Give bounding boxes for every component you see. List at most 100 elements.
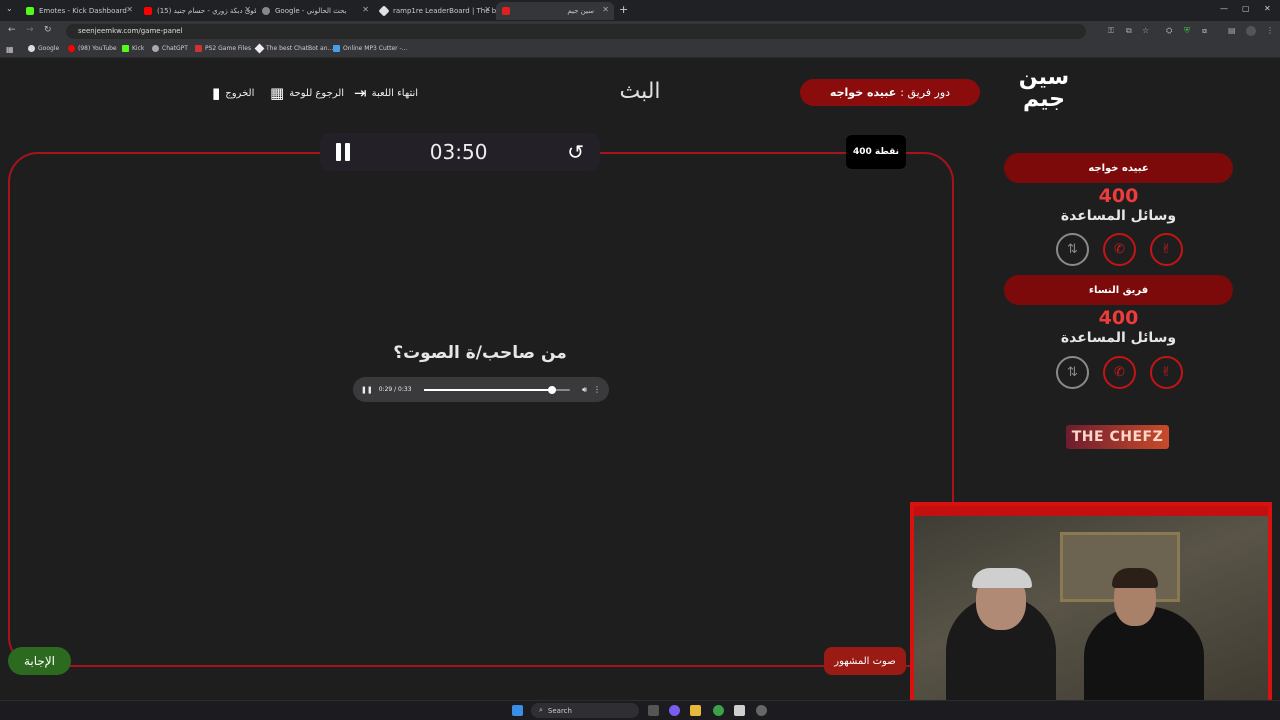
team-score: 400	[1098, 307, 1139, 329]
audio-player[interactable]: ❚❚ 0:29 / 0:33 🔊︎ ⋮	[353, 377, 609, 402]
back-icon[interactable]: ←	[8, 25, 16, 35]
chrome-icon[interactable]	[713, 705, 724, 716]
tab-title: سين جيم	[567, 7, 594, 15]
bookmark-chatgpt[interactable]: ChatGPT	[152, 45, 188, 52]
store-icon[interactable]	[734, 705, 745, 716]
phone-icon[interactable]: ✆	[1103, 233, 1136, 266]
bookmark-google[interactable]: Google	[28, 45, 59, 52]
close-icon[interactable]: ✕	[362, 5, 369, 14]
swap-icon[interactable]: ⇅	[1056, 356, 1089, 389]
category-button[interactable]: صوت المشهور	[824, 647, 906, 675]
bookmark-youtube[interactable]: (98) YouTube	[68, 45, 117, 52]
sponsor-logo: THE CHEFZ	[1066, 425, 1169, 449]
google-icon	[262, 7, 270, 15]
hand-icon[interactable]: ✌	[1150, 233, 1183, 266]
answer-button[interactable]: الإجابة	[8, 647, 71, 675]
star-icon[interactable]: ☆	[1142, 26, 1149, 35]
reload-icon[interactable]: ↻	[44, 25, 52, 35]
file-explorer-icon[interactable]	[690, 705, 701, 716]
browser-tab-bar: Emotes - Kick Dashboard ✕ (15) أقوى دبكة …	[0, 0, 1280, 21]
audio-seek-handle[interactable]	[548, 385, 557, 394]
pause-icon[interactable]: ❚❚	[361, 386, 373, 394]
back-to-board-button[interactable]: ▦ الرجوع للوحة	[270, 84, 344, 102]
minimize-button[interactable]: —	[1220, 4, 1228, 13]
close-icon[interactable]: ✕	[126, 5, 133, 14]
close-icon[interactable]: ✕	[244, 5, 251, 14]
volume-icon[interactable]: 🔊︎	[582, 385, 587, 395]
key-icon[interactable]: ⚿	[1108, 26, 1114, 36]
puzzle-icon[interactable]: ⧇	[1202, 26, 1207, 36]
diamond-icon	[254, 43, 265, 54]
bookmark-label: Kick	[132, 45, 145, 52]
tab-youtube[interactable]: (15) أقوى دبكة زوري - حسام جنيد ✕	[138, 2, 256, 20]
tab-search-icon[interactable]: ⌄	[6, 4, 13, 13]
shield-icon[interactable]: ⛨	[1184, 26, 1190, 36]
exit-label: الخروج	[225, 87, 255, 99]
tab-kick-dashboard[interactable]: Emotes - Kick Dashboard ✕	[20, 2, 138, 20]
bookmark-mp3cutter[interactable]: Online MP3 Cutter -...	[333, 45, 407, 52]
bookmark-label: Online MP3 Cutter -...	[343, 45, 408, 52]
exit-button[interactable]: ▮ الخروج	[212, 84, 254, 102]
app-icon[interactable]	[756, 705, 767, 716]
sidebar-icon[interactable]: ▤	[1228, 26, 1236, 35]
maximize-button[interactable]: ▢	[1242, 4, 1250, 13]
tab-google[interactable]: Google - بحث الحالوني ✕	[256, 2, 374, 20]
ps2-icon	[195, 45, 202, 52]
youtube-icon	[68, 45, 75, 52]
tab-title: ramp1re LeaderBoard | The bi	[393, 7, 496, 15]
apps-icon[interactable]: ▦	[6, 45, 14, 54]
close-icon[interactable]: ✕	[484, 5, 491, 14]
menu-icon[interactable]: ⋮	[1266, 26, 1274, 35]
audio-progress	[423, 388, 553, 391]
timer-value: 03:50	[429, 140, 488, 164]
tab-seenjeem[interactable]: سين جيم ✕	[496, 2, 614, 20]
end-game-label: انتهاء اللعبة	[371, 87, 419, 99]
bookmark-label: PS2 Game Files	[205, 45, 252, 52]
avatar[interactable]	[1246, 26, 1256, 36]
mp3-icon	[333, 45, 340, 52]
bookmark-label: (98) YouTube	[78, 45, 117, 52]
address-bar-row: ← → ↻ seenjeemkw.com/game-panel ⚿ ⧉ ☆ ⛭ …	[0, 21, 1280, 42]
translate-icon[interactable]: ⧉	[1126, 26, 1132, 36]
seenjeem-icon	[502, 7, 510, 15]
pause-icon[interactable]	[336, 143, 350, 161]
more-options-icon[interactable]: ⋮	[593, 385, 601, 394]
bookmark-kick[interactable]: Kick	[122, 45, 144, 52]
phone-icon[interactable]: ✆	[1103, 356, 1136, 389]
search-icon: ⌕	[539, 706, 543, 714]
close-icon[interactable]: ✕	[602, 5, 609, 14]
close-window-button[interactable]: ✕	[1264, 4, 1271, 13]
swap-icon[interactable]: ⇅	[1056, 233, 1089, 266]
kick-icon	[122, 45, 129, 52]
streamer-right-hair	[1112, 568, 1158, 588]
task-view-icon[interactable]	[648, 705, 659, 716]
tab-leaderboard[interactable]: ramp1re LeaderBoard | The bi ✕	[374, 2, 496, 20]
audio-time: 0:29 / 0:33	[378, 386, 412, 393]
youtube-icon	[144, 7, 152, 15]
reset-timer-icon[interactable]: ↺	[567, 140, 584, 164]
kick-icon	[26, 7, 34, 15]
hand-icon[interactable]: ✌	[1150, 356, 1183, 389]
extension-icon[interactable]: ⛭	[1166, 26, 1172, 36]
start-icon[interactable]	[512, 705, 523, 716]
url-field[interactable]: seenjeemkw.com/game-panel	[66, 24, 1086, 39]
bookmark-chatbot[interactable]: The best ChatBot an...	[254, 43, 333, 54]
back-to-board-label: الرجوع للوحة	[289, 87, 345, 99]
copilot-icon[interactable]	[669, 705, 680, 716]
bookmark-ps2[interactable]: PS2 Game Files	[195, 45, 251, 52]
new-tab-button[interactable]: +	[619, 3, 628, 16]
team-score: 400	[1098, 185, 1139, 207]
forward-icon[interactable]: →	[26, 25, 34, 35]
helpers-row: ⇅ ✆ ✌	[1056, 356, 1183, 389]
points-badge: 400 نقطة	[846, 135, 906, 169]
tab-title: Emotes - Kick Dashboard	[39, 7, 127, 15]
helpers-row: ⇅ ✆ ✌	[1056, 233, 1183, 266]
end-game-button[interactable]: ⇥ انتهاء اللعبة	[354, 84, 418, 102]
turn-team-name: عبيده خواجه	[829, 86, 897, 99]
cam-border-accent	[914, 506, 1268, 516]
helpers-label: وسائل المساعدة	[1060, 330, 1177, 346]
google-icon	[28, 45, 35, 52]
audio-seekbar[interactable]	[423, 385, 570, 394]
taskbar-search[interactable]: ⌕ Search	[531, 703, 639, 718]
windows-taskbar: ⌕ Search	[0, 700, 1280, 720]
